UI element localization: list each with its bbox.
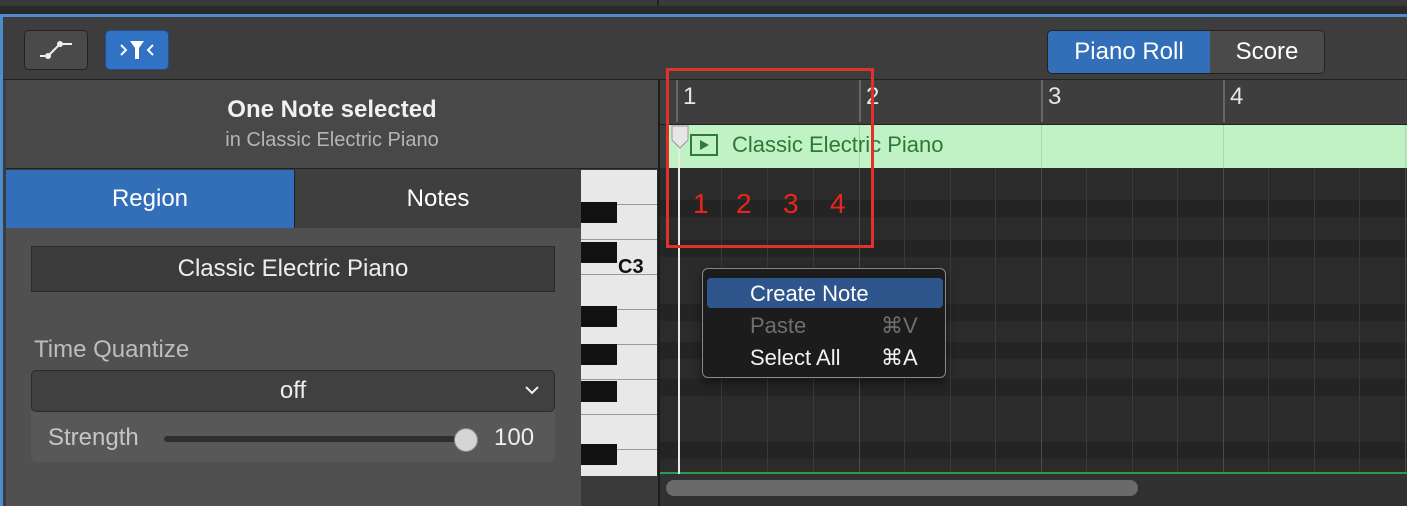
menu-item-select-all[interactable]: Select All ⌘A: [707, 342, 943, 372]
region-bar-line: [1041, 125, 1042, 168]
time-quantize-value: off: [279, 377, 307, 404]
keyboard-c3-label: C3: [618, 256, 644, 278]
menu-item-shortcut: ⌘V: [881, 313, 918, 338]
automation-curve-icon: [40, 41, 72, 59]
region-name-field[interactable]: Classic Electric Piano: [31, 246, 555, 292]
piano-black-key[interactable]: [581, 202, 617, 223]
annotation-beat-number: 4: [830, 188, 846, 219]
tab-notes[interactable]: Notes: [294, 170, 581, 228]
grid-beat-line: [1086, 168, 1087, 474]
annotation-beat-number: 2: [736, 188, 752, 219]
inspector-subtitle: in Classic Electric Piano: [225, 129, 439, 151]
grid-beat-line: [995, 168, 996, 474]
grid-beat-line: [1359, 168, 1360, 474]
grid-bar-line: [1223, 168, 1224, 474]
inspector-header: One Note selected in Classic Electric Pi…: [6, 80, 658, 169]
ruler-bar-number: 4: [1230, 83, 1244, 110]
ruler-bar-number: 3: [1048, 83, 1062, 110]
menu-item-label: Select All: [750, 345, 841, 370]
grid-beat-line: [1268, 168, 1269, 474]
ruler-bar-tick: [1223, 80, 1225, 122]
inspector-tabs: Region Notes: [6, 170, 581, 228]
grid-bar-line: [1041, 168, 1042, 474]
keyboard-footer: [581, 476, 658, 506]
piano-keyboard[interactable]: [581, 170, 658, 485]
grid-beat-line: [950, 168, 951, 474]
menu-item-paste: Paste ⌘V: [707, 310, 943, 340]
top-strip-divider: [657, 0, 659, 6]
chevron-down-icon: [525, 386, 539, 395]
menu-item-shortcut: ⌘A: [881, 345, 918, 370]
piano-black-key[interactable]: [581, 381, 617, 402]
piano-black-key[interactable]: [581, 444, 617, 465]
strength-slider-track[interactable]: [164, 436, 466, 442]
piano-white-key[interactable]: [581, 170, 657, 205]
region-bar-line: [1223, 125, 1224, 168]
ruler-bar-tick: [1041, 80, 1043, 122]
annotation-beat-number: 3: [783, 188, 799, 219]
menu-item-label: Create Note: [750, 281, 869, 306]
midi-filter-icon: [120, 41, 154, 59]
strength-value: 100: [494, 424, 535, 451]
tab-score[interactable]: Score: [1210, 31, 1324, 73]
grid-key-lane: [660, 379, 1407, 396]
menu-item-label: Paste: [750, 313, 807, 338]
grid-beat-line: [1177, 168, 1178, 474]
piano-black-key[interactable]: [581, 306, 617, 327]
grid-bar-line: [1405, 168, 1406, 474]
midi-filter-button[interactable]: [105, 30, 169, 70]
tab-region[interactable]: Region: [6, 170, 294, 228]
annotation-highlight-box: [666, 68, 874, 248]
grid-key-lane: [660, 442, 1407, 459]
grid-beat-line: [1314, 168, 1315, 474]
time-quantize-label: Time Quantize: [34, 336, 190, 363]
grid-beat-line: [1132, 168, 1133, 474]
piano-black-key[interactable]: [581, 242, 617, 263]
region-bar-line: [1405, 125, 1406, 168]
view-switcher: Piano Roll Score: [1047, 30, 1325, 74]
piano-black-key[interactable]: [581, 344, 617, 365]
menu-item-create-note[interactable]: Create Note: [707, 278, 943, 308]
context-menu: Create Note Paste ⌘V Select All ⌘A: [702, 268, 946, 378]
piano-white-key[interactable]: [581, 275, 657, 310]
strength-label: Strength: [48, 424, 139, 451]
automation-button[interactable]: [24, 30, 88, 70]
horizontal-scrollbar-thumb[interactable]: [666, 480, 1138, 496]
top-strip: [0, 0, 1407, 6]
inspector-title: One Note selected: [227, 96, 437, 123]
tab-piano-roll[interactable]: Piano Roll: [1048, 31, 1210, 73]
strength-slider-knob[interactable]: [454, 428, 478, 452]
time-quantize-select[interactable]: off: [31, 370, 555, 412]
annotation-beat-number: 1: [693, 188, 709, 219]
